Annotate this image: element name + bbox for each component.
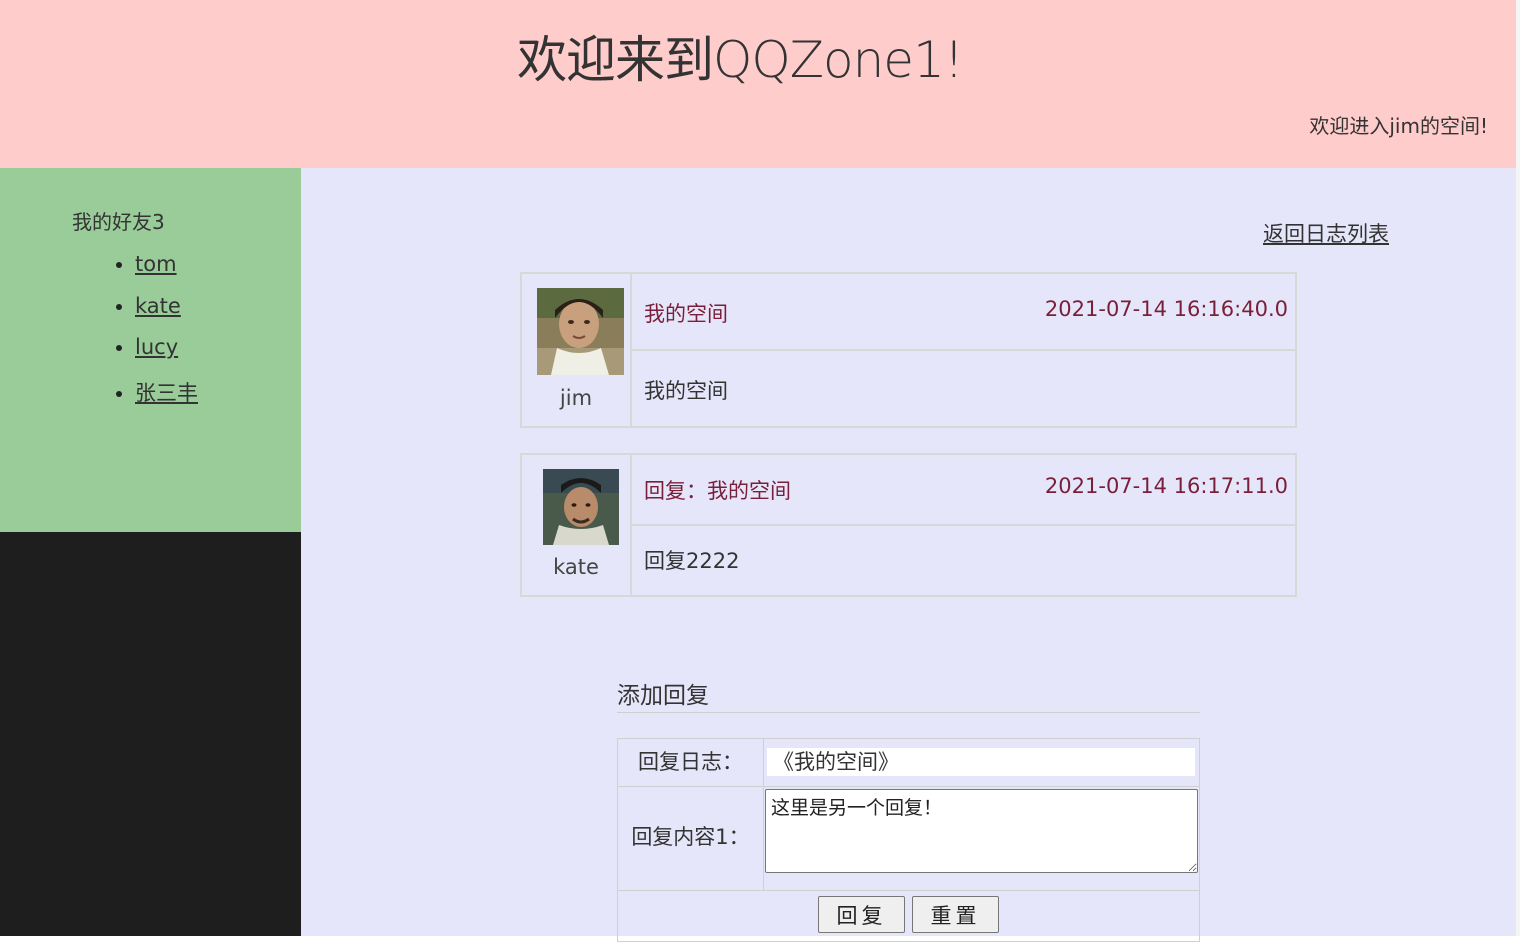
back-to-journal-list-link[interactable]: 返回日志列表 [1263,218,1389,248]
main-content: 返回日志列表 jim 我的空间 2021-07-14 16:16:40.0 我的… [301,168,1516,942]
avatar [537,288,624,375]
reset-button[interactable]: 重置 [912,896,999,933]
sidebar-filler [0,532,301,936]
post-time: 2021-07-14 16:16:40.0 [1044,297,1288,321]
reply-submit-button[interactable]: 回复 [818,896,905,933]
post-time: 2021-07-14 16:17:11.0 [1044,474,1288,498]
add-reply-section: 添加回复 回复日志： 《我的空间》 回复内容1： 这里是另一个回复！ 回复 重置 [617,676,1200,942]
friend-link-tom[interactable]: tom [135,252,177,276]
friend-link-lucy[interactable]: lucy [135,335,178,359]
friends-sidebar: 我的好友3 tom kate lucy 张三丰 [0,168,301,532]
friend-link-zhangsanfeng[interactable]: 张三丰 [135,381,198,405]
post-header-row: 回复：我的空间 2021-07-14 16:17:11.0 [632,455,1295,526]
scroll-edge [1516,0,1520,936]
post-body: 回复2222 [644,549,740,573]
post-body: 我的空间 [644,379,728,403]
reply-content-textarea[interactable]: 这里是另一个回复！ [765,789,1198,873]
list-item: lucy [135,335,198,377]
list-item: kate [135,294,198,336]
add-reply-heading: 添加回复 [617,676,1200,713]
page-header: 欢迎来到QQZone1! 欢迎进入jim的空间! [0,0,1516,168]
journal-post: jim 我的空间 2021-07-14 16:16:40.0 我的空间 [520,272,1297,428]
reply-content-label: 回复内容1： [618,787,764,890]
post-author-cell: jim [522,274,632,426]
reply-journal-value: 《我的空间》 [767,748,1195,776]
post-title: 我的空间 [644,302,728,326]
site-title: 欢迎来到QQZone1! [517,31,964,89]
reply-buttons-row: 回复 重置 [618,891,1199,941]
reply-journal-label: 回复日志： [618,739,764,786]
list-item: 张三丰 [135,377,198,419]
post-author-name: kate [553,555,599,579]
post-header-row: 我的空间 2021-07-14 16:16:40.0 [632,274,1295,351]
welcome-message: 欢迎进入jim的空间! [1309,114,1488,138]
friends-list: tom kate lucy 张三丰 [90,252,198,418]
journal-post: kate 回复：我的空间 2021-07-14 16:17:11.0 回复222… [520,453,1297,597]
avatar [543,469,619,545]
friends-title: 我的好友3 [72,210,165,234]
reply-content-row: 回复内容1： 这里是另一个回复！ [618,787,1199,891]
post-author-cell: kate [522,455,632,595]
post-author-name: jim [559,386,593,410]
reply-journal-row: 回复日志： 《我的空间》 [618,739,1199,787]
friend-link-kate[interactable]: kate [135,294,181,318]
reply-form: 回复日志： 《我的空间》 回复内容1： 这里是另一个回复！ 回复 重置 [617,738,1200,942]
post-title: 回复：我的空间 [644,479,791,503]
list-item: tom [135,252,198,294]
